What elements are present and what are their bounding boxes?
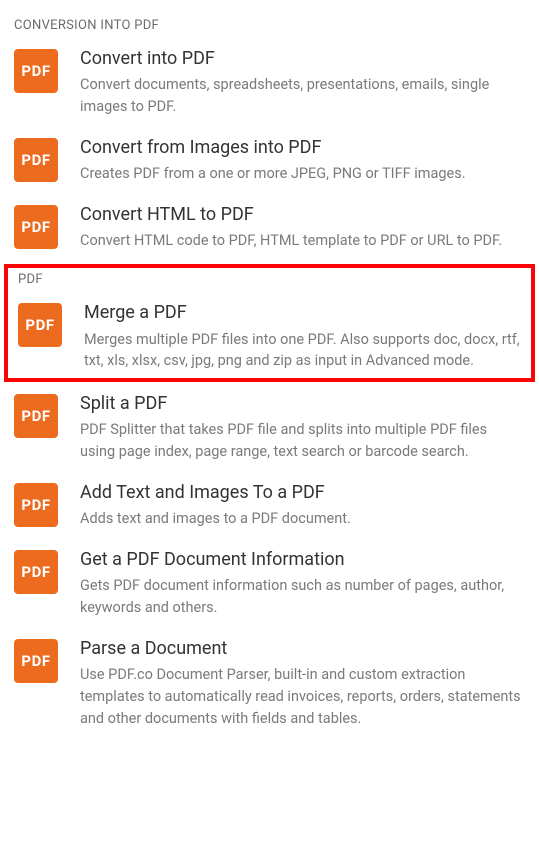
section-header-conversion: CONVERSION INTO PDF xyxy=(0,10,539,39)
action-text: Split a PDF PDF Splitter that takes PDF … xyxy=(58,392,525,463)
pdf-icon: PDF xyxy=(14,138,58,182)
action-text: Merge a PDF Merges multiple PDF files in… xyxy=(62,301,521,372)
action-desc: PDF Splitter that takes PDF file and spl… xyxy=(80,419,525,463)
action-convert-into-pdf[interactable]: PDF Convert into PDF Convert documents, … xyxy=(0,39,539,128)
pdf-icon: PDF xyxy=(14,205,58,249)
action-title: Convert into PDF xyxy=(80,47,525,70)
action-desc: Adds text and images to a PDF document. xyxy=(80,508,525,530)
pdf-icon-label: PDF xyxy=(25,316,54,334)
section-header-pdf: PDF xyxy=(8,268,531,293)
pdf-icon-label: PDF xyxy=(21,496,50,514)
action-title: Get a PDF Document Information xyxy=(80,548,525,571)
action-title: Split a PDF xyxy=(80,392,525,415)
action-desc: Use PDF.co Document Parser, built-in and… xyxy=(80,664,525,729)
pdf-icon-label: PDF xyxy=(21,407,50,425)
action-text: Convert HTML to PDF Convert HTML code to… xyxy=(58,203,525,252)
action-title: Merge a PDF xyxy=(84,301,521,324)
action-text: Convert into PDF Convert documents, spre… xyxy=(58,47,525,118)
pdf-icon: PDF xyxy=(14,483,58,527)
pdf-icon-label: PDF xyxy=(21,151,50,169)
pdf-icon-label: PDF xyxy=(21,563,50,581)
pdf-icon: PDF xyxy=(18,303,62,347)
action-desc: Gets PDF document information such as nu… xyxy=(80,575,525,619)
selection-highlight: PDF PDF Merge a PDF Merges multiple PDF … xyxy=(4,264,535,382)
pdf-icon-label: PDF xyxy=(21,218,50,236)
action-title: Convert from Images into PDF xyxy=(80,136,525,159)
action-parse-document[interactable]: PDF Parse a Document Use PDF.co Document… xyxy=(0,629,539,740)
action-desc: Merges multiple PDF files into one PDF. … xyxy=(84,329,521,373)
pdf-icon-label: PDF xyxy=(21,652,50,670)
pdf-icon: PDF xyxy=(14,49,58,93)
action-title: Add Text and Images To a PDF xyxy=(80,481,525,504)
pdf-icon: PDF xyxy=(14,550,58,594)
action-merge-pdf[interactable]: PDF Merge a PDF Merges multiple PDF file… xyxy=(8,293,531,378)
pdf-icon: PDF xyxy=(14,394,58,438)
action-add-text-images[interactable]: PDF Add Text and Images To a PDF Adds te… xyxy=(0,473,539,540)
action-convert-from-images[interactable]: PDF Convert from Images into PDF Creates… xyxy=(0,128,539,195)
action-text: Convert from Images into PDF Creates PDF… xyxy=(58,136,525,185)
action-desc: Convert HTML code to PDF, HTML template … xyxy=(80,230,525,252)
action-convert-html[interactable]: PDF Convert HTML to PDF Convert HTML cod… xyxy=(0,195,539,262)
action-title: Convert HTML to PDF xyxy=(80,203,525,226)
pdf-icon-label: PDF xyxy=(21,62,50,80)
action-desc: Creates PDF from a one or more JPEG, PNG… xyxy=(80,163,525,185)
action-text: Get a PDF Document Information Gets PDF … xyxy=(58,548,525,619)
action-split-pdf[interactable]: PDF Split a PDF PDF Splitter that takes … xyxy=(0,384,539,473)
pdf-icon: PDF xyxy=(14,639,58,683)
action-get-pdf-info[interactable]: PDF Get a PDF Document Information Gets … xyxy=(0,540,539,629)
action-title: Parse a Document xyxy=(80,637,525,660)
action-desc: Convert documents, spreadsheets, present… xyxy=(80,74,525,118)
action-text: Parse a Document Use PDF.co Document Par… xyxy=(58,637,525,730)
action-text: Add Text and Images To a PDF Adds text a… xyxy=(58,481,525,530)
